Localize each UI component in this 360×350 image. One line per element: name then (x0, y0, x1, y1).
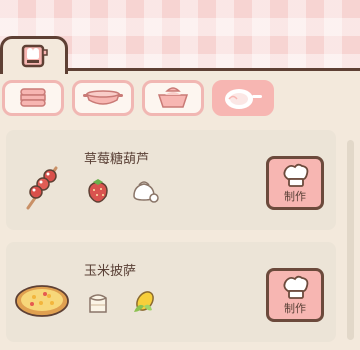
plate-icon (225, 89, 262, 109)
strawberry-icon (84, 176, 112, 208)
scrollbar[interactable] (347, 140, 354, 340)
category-tab-plate[interactable] (212, 80, 274, 116)
cake-icon (20, 88, 46, 107)
corn-pizza-icon (14, 284, 70, 322)
recipe-title: 草莓糖葫芦 (84, 152, 150, 167)
candied-strawberry-skewer-icon (22, 162, 64, 216)
flour-icon (84, 288, 112, 320)
make-button-label: 制作 (284, 302, 306, 315)
recipe-card: 玉米披萨 制作 (6, 242, 336, 342)
recipe-card: 草莓糖葫芦 制作 (6, 130, 336, 230)
make-button[interactable]: 制作 (266, 268, 324, 322)
bowl-icon (83, 90, 123, 105)
make-button-label: 制作 (284, 190, 306, 203)
recipe-book-tab[interactable] (0, 36, 68, 74)
category-tab-cake[interactable] (2, 80, 64, 116)
recipe-title: 玉米披萨 (84, 264, 137, 279)
corn-icon (130, 288, 158, 320)
category-tab-pot[interactable] (142, 80, 204, 116)
sugar-icon (130, 176, 160, 208)
category-tab-bowl[interactable] (72, 80, 134, 116)
category-tabs (0, 80, 290, 118)
make-button[interactable]: 制作 (266, 156, 324, 210)
chef-book-icon (17, 43, 49, 69)
pot-icon (157, 87, 189, 108)
